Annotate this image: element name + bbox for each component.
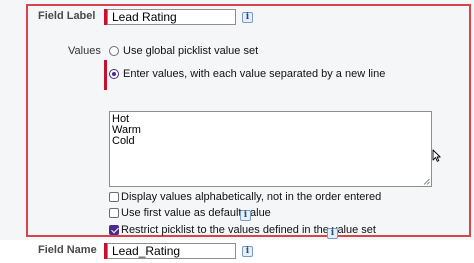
field-name-input[interactable] bbox=[107, 243, 236, 259]
global-picklist-option-label: Use global picklist value set bbox=[123, 45, 259, 57]
values-label: Values bbox=[68, 45, 101, 57]
field-name-label: Field Name bbox=[38, 244, 97, 256]
mouse-pointer-icon bbox=[432, 149, 441, 162]
sort-alphabetically-label: Display values alphabetically, not in th… bbox=[121, 191, 382, 203]
picklist-values-textarea[interactable]: Hot Warm Cold bbox=[109, 111, 432, 187]
field-label-info-icon[interactable]: i bbox=[242, 12, 253, 23]
enter-values-radio[interactable] bbox=[109, 69, 119, 79]
restrict-picklist-info-icon[interactable]: i bbox=[327, 228, 338, 239]
enter-values-option-label: Enter values, with each value separated … bbox=[123, 68, 386, 80]
sort-alphabetically-checkbox[interactable] bbox=[109, 192, 119, 202]
picklist-value-line: Hot bbox=[112, 113, 130, 125]
global-picklist-radio[interactable] bbox=[109, 46, 119, 56]
field-name-info-icon[interactable]: i bbox=[242, 246, 253, 257]
first-value-default-checkbox[interactable] bbox=[109, 208, 119, 218]
field-label-label: Field Label bbox=[38, 10, 96, 22]
picklist-value-line: Warm bbox=[112, 124, 141, 136]
picklist-value-line: Cold bbox=[112, 135, 135, 147]
first-value-default-info-icon[interactable]: i bbox=[240, 210, 251, 221]
resize-handle-icon[interactable] bbox=[423, 178, 430, 185]
field-label-input[interactable] bbox=[107, 9, 236, 25]
restrict-picklist-checkbox[interactable] bbox=[109, 225, 119, 235]
values-required-bar bbox=[104, 60, 107, 90]
